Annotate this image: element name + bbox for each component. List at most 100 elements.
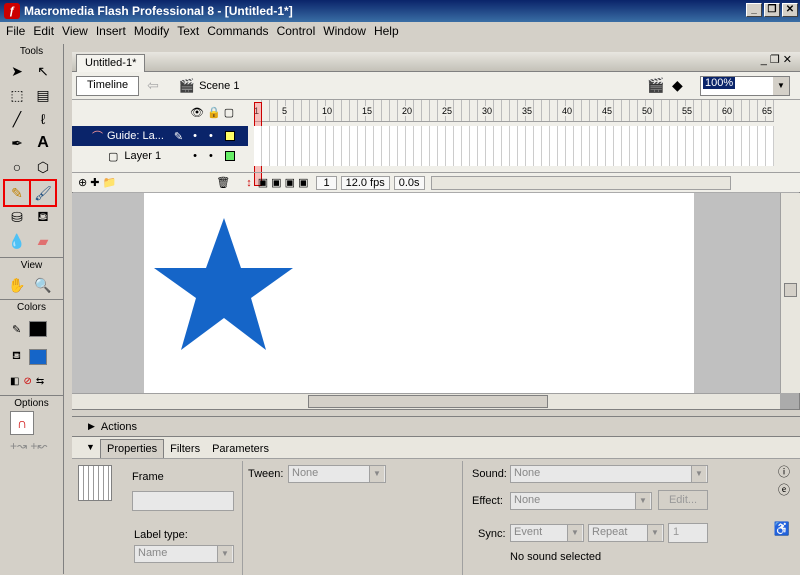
star-shape[interactable] [154, 218, 293, 350]
eraser-tool-icon[interactable]: ▰ [31, 229, 55, 253]
tween-select[interactable]: None [288, 465, 386, 483]
fill-color-swatch[interactable] [29, 349, 47, 365]
edit-symbols-icon[interactable]: ◆ [672, 77, 683, 94]
edit-bar: Timeline ⇦ 🎬 Scene 1 🎬 ◆ 100% ▼ [72, 72, 800, 100]
actions-panel-header[interactable]: ▶ Actions [72, 416, 800, 436]
layer-outline-color[interactable] [224, 151, 235, 161]
timeline-header-icons[interactable]: 👁 🔒 ▢ [190, 106, 234, 119]
layer-name[interactable]: Guide: La... [107, 130, 164, 142]
frame-rate: 12.0 fps [340, 175, 390, 190]
frame-ruler[interactable]: 1 5 10 15 20 25 30 35 40 45 50 55 60 65 [254, 100, 774, 122]
line-tool-icon[interactable]: ╱ [5, 107, 29, 131]
back-arrow-icon[interactable]: ⇦ [147, 77, 159, 94]
zoom-tool-icon[interactable]: 🔍 [31, 273, 55, 297]
frame-number: 40 [562, 106, 573, 116]
frame-number: 35 [522, 106, 533, 116]
effect-label: Effect: [472, 495, 503, 507]
add-layer-icons[interactable]: ⊕ ✚ 📁 [78, 176, 116, 189]
frame-number: 60 [722, 106, 733, 116]
edit-icon[interactable]: ⓔ [778, 481, 790, 498]
layer-name[interactable]: Layer 1 [124, 150, 161, 162]
paint-bucket-tool-icon[interactable]: ⛾ [31, 205, 55, 229]
tools-panel: Tools ➤ ↖ ⬚ ▤ ╱ ℓ ✒ A ○ ⬡ ✎ 🖌 ⛁ ⛾ 💧 ▰ Vi… [0, 44, 64, 574]
eyedropper-tool-icon[interactable]: 💧 [5, 229, 29, 253]
smooth-straighten-icons[interactable]: +↝ +↜ [0, 439, 63, 453]
menu-control[interactable]: Control [273, 24, 320, 38]
frame-number: 30 [482, 106, 493, 116]
onion-skin-icons[interactable]: ▣ ▣ ▣ ▣ [258, 176, 309, 189]
subselection-tool-icon[interactable]: ↖ [31, 59, 55, 83]
polystar-tool-icon[interactable]: ⬡ [31, 155, 55, 179]
document-tab-bar: Untitled-1* _ ❐ ✕ [72, 52, 800, 72]
zoom-input[interactable]: 100% [703, 77, 736, 89]
layer-frames-guide[interactable] [254, 126, 774, 146]
pen-tool-icon[interactable]: ✒ [5, 131, 29, 155]
label-type-select[interactable]: Name [134, 545, 234, 563]
free-transform-tool-icon[interactable]: ⬚ [5, 83, 29, 107]
colors-heading: Colors [0, 299, 63, 315]
hand-tool-icon[interactable]: ✋ [5, 273, 29, 297]
selection-tool-icon[interactable]: ➤ [5, 59, 29, 83]
lasso-tool-icon[interactable]: ℓ [31, 107, 55, 131]
delete-layer-icon[interactable]: 🗑 [216, 176, 230, 189]
edit-scene-icon[interactable]: 🎬 [647, 77, 664, 94]
menu-edit[interactable]: Edit [29, 24, 58, 38]
menu-commands[interactable]: Commands [203, 24, 272, 38]
stage-vscroll[interactable] [780, 193, 800, 393]
gradient-transform-tool-icon[interactable]: ▤ [31, 83, 55, 107]
timeline-toggle-button[interactable]: Timeline [76, 75, 140, 96]
tab-properties[interactable]: Properties [100, 439, 165, 458]
minimize-button[interactable]: _ [746, 3, 762, 17]
center-frame-icon[interactable]: ↕ [246, 177, 252, 189]
stage[interactable] [144, 193, 694, 393]
no-color-icon[interactable]: ⊘ [23, 376, 31, 387]
timeline-hscroll[interactable] [430, 175, 731, 190]
accessibility-icon[interactable]: ♿ [774, 521, 790, 537]
tab-parameters[interactable]: Parameters [206, 440, 275, 458]
help-icon[interactable]: ⓘ [778, 463, 790, 480]
ink-bottle-tool-icon[interactable]: ⛁ [5, 205, 29, 229]
layer-page-icon: ▢ [108, 150, 119, 163]
stroke-color-swatch[interactable] [29, 321, 48, 337]
sync-select[interactable]: Event [510, 524, 584, 542]
close-button[interactable]: ✕ [782, 3, 798, 17]
pencil-tool-icon[interactable]: ✎ [3, 179, 31, 207]
oval-tool-icon[interactable]: ○ [5, 155, 29, 179]
layer-row-layer1[interactable]: ▢ Layer 1 • • [72, 146, 248, 166]
edit-sound-button[interactable]: Edit... [658, 490, 708, 510]
zoom-dropdown-icon[interactable]: ▼ [773, 77, 789, 95]
layer-frames-layer1[interactable] [254, 146, 774, 166]
tab-filters[interactable]: Filters [164, 440, 206, 458]
menu-help[interactable]: Help [370, 24, 403, 38]
black-white-icon[interactable]: ◧ [10, 376, 19, 387]
frame-number: 5 [282, 106, 288, 116]
expand-arrow-icon: ▶ [88, 421, 95, 431]
menu-modify[interactable]: Modify [130, 24, 173, 38]
text-tool-icon[interactable]: A [31, 131, 55, 155]
menu-text[interactable]: Text [173, 24, 203, 38]
brush-tool-icon[interactable]: 🖌 [29, 179, 57, 207]
doc-window-controls[interactable]: _ ❐ ✕ [761, 53, 792, 66]
sound-select[interactable]: None [510, 465, 708, 483]
document-tab[interactable]: Untitled-1* [76, 54, 146, 72]
options-heading: Options [0, 395, 63, 411]
menu-window[interactable]: Window [319, 24, 370, 38]
frame-number: 15 [362, 106, 373, 116]
layer-row-guide[interactable]: ⌒ Guide: La... ✎ • • [72, 126, 248, 146]
timeline-panel: 👁 🔒 ▢ 1 5 10 15 20 25 30 35 40 45 50 55 … [72, 100, 800, 192]
collapse-arrow-icon[interactable]: ▼ [86, 442, 95, 452]
stage-hscroll[interactable] [72, 393, 780, 409]
menu-insert[interactable]: Insert [92, 24, 130, 38]
repeat-count-input[interactable]: 1 [668, 523, 708, 543]
layer-outline-color[interactable] [224, 131, 235, 141]
snap-magnet-icon[interactable]: ∩ [10, 411, 34, 435]
menu-view[interactable]: View [58, 24, 92, 38]
stage-canvas [154, 218, 293, 350]
restore-button[interactable]: ❐ [764, 3, 780, 17]
frame-name-input[interactable] [132, 491, 234, 511]
menu-file[interactable]: File [2, 24, 29, 38]
swap-colors-icon[interactable]: ⇆ [36, 376, 44, 387]
repeat-select[interactable]: Repeat [588, 524, 664, 542]
effect-select[interactable]: None [510, 492, 652, 510]
current-frame: 1 [316, 175, 337, 190]
